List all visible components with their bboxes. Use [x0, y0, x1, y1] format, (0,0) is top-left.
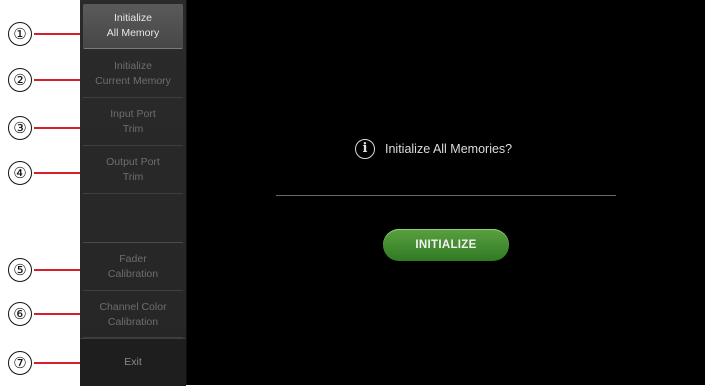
- confirmation-prompt: i Initialize All Memories?: [355, 138, 512, 160]
- main-panel: i Initialize All Memories? INITIALIZE: [187, 0, 705, 385]
- sidebar: Initialize All Memory Initialize Current…: [80, 0, 187, 386]
- callout-line: [34, 79, 84, 81]
- initialize-current-memory-button[interactable]: Initialize Current Memory: [83, 51, 183, 98]
- callout-line: [34, 172, 84, 174]
- initialize-button[interactable]: INITIALIZE: [383, 229, 509, 261]
- callout-number: ①: [8, 22, 32, 46]
- callout-number: ⑦: [8, 351, 32, 375]
- sidebar-divider: [83, 196, 183, 243]
- input-port-trim-button[interactable]: Input Port Trim: [83, 99, 183, 146]
- callout-number: ③: [8, 116, 32, 140]
- callout-number: ②: [8, 68, 32, 92]
- callout-line: [34, 362, 84, 364]
- initialize-all-memory-button[interactable]: Initialize All Memory: [83, 4, 183, 49]
- exit-button[interactable]: Exit: [83, 340, 183, 384]
- callout-number: ④: [8, 161, 32, 185]
- callout-line: [34, 33, 84, 35]
- divider: [276, 195, 616, 196]
- callout-line: [34, 127, 84, 129]
- callout-number: ⑥: [8, 302, 32, 326]
- fader-calibration-button[interactable]: Fader Calibration: [83, 244, 183, 291]
- info-icon: i: [355, 139, 375, 159]
- channel-color-calibration-button[interactable]: Channel Color Calibration: [83, 292, 183, 338]
- callout-line: [34, 269, 84, 271]
- prompt-text: Initialize All Memories?: [385, 142, 513, 156]
- callout-number: ⑤: [8, 258, 32, 282]
- output-port-trim-button[interactable]: Output Port Trim: [83, 147, 183, 194]
- callout-line: [34, 313, 84, 315]
